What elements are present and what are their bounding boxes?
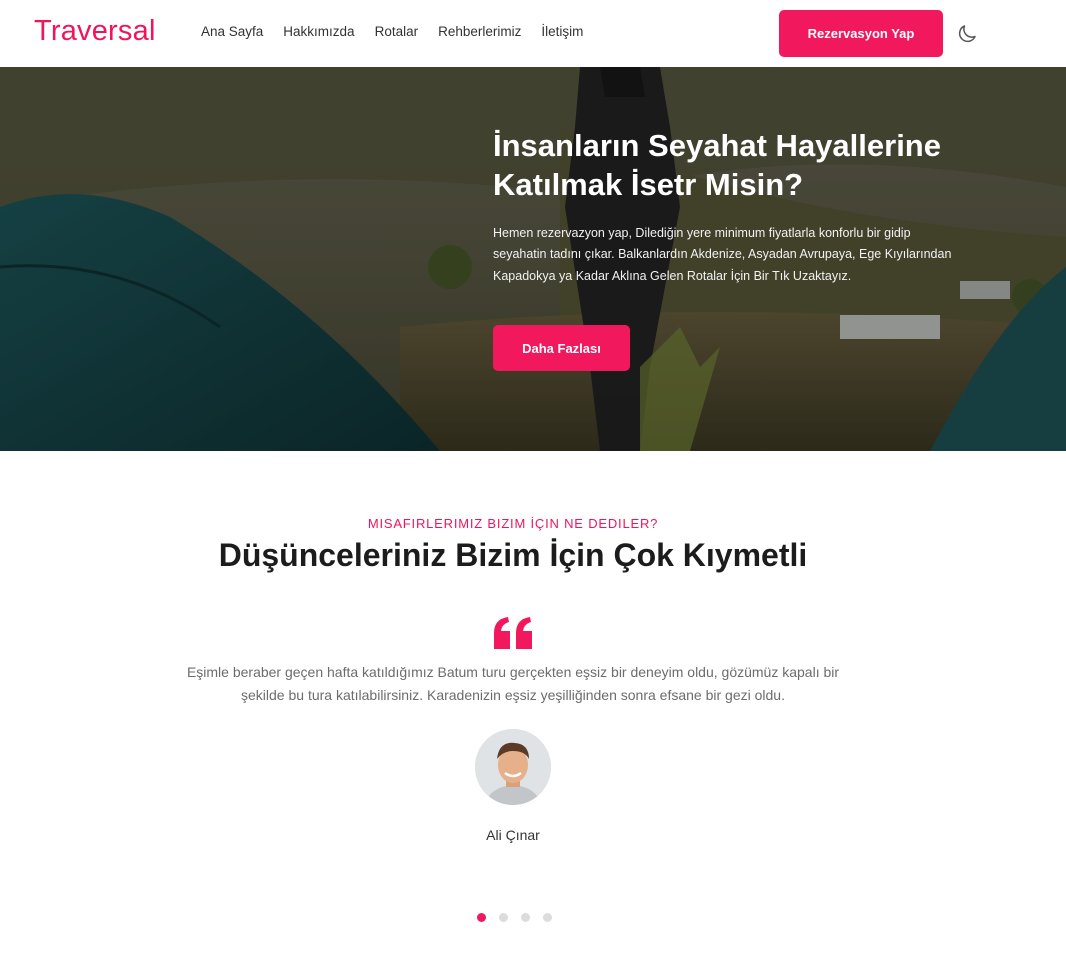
logo[interactable]: Traversal (34, 15, 156, 48)
hero-content: İnsanların Seyahat Hayallerine Katılmak … (493, 127, 963, 287)
nav-item-about[interactable]: Hakkımızda (283, 24, 354, 39)
reservation-button[interactable]: Rezervasyon Yap (779, 10, 943, 57)
hero-section: İnsanların Seyahat Hayallerine Katılmak … (0, 67, 1066, 451)
section-title: Düşünceleriniz Bizim İçin Çok Kıymetli (218, 537, 808, 573)
testimonial-author: Ali Çınar (486, 827, 540, 843)
carousel-dot-4[interactable] (543, 913, 552, 922)
hero-title-line-1: İnsanların Seyahat Hayallerine (493, 128, 941, 163)
site-header: Traversal Ana Sayfa Hakkımızda Rotalar R… (0, 0, 1066, 67)
hero-title-line-2: Katılmak İsetr Misin? (493, 166, 804, 202)
testimonials-section: MISAFIRLERIMIZ BIZIM İÇIN NE DEDILER? Dü… (0, 451, 1066, 968)
moon-icon[interactable] (955, 22, 979, 46)
testimonial-quote: Eşimle beraber geçen hafta katıldığımız … (186, 664, 840, 704)
carousel-dot-1[interactable] (477, 913, 486, 922)
carousel-dot-2[interactable] (499, 913, 508, 922)
hero-title: İnsanların Seyahat Hayallerine Katılmak … (493, 127, 963, 205)
hero-description: Hemen rezervazyon yap, Dilediğin yere mi… (493, 225, 952, 283)
more-button[interactable]: Daha Fazlası (493, 325, 630, 371)
main-nav: Ana Sayfa Hakkımızda Rotalar Rehberlerim… (201, 24, 583, 39)
nav-item-contact[interactable]: İletişim (541, 24, 583, 39)
nav-item-guides[interactable]: Rehberlerimiz (438, 24, 521, 39)
section-eyebrow: MISAFIRLERIMIZ BIZIM İÇIN NE DEDILER? (367, 516, 659, 531)
carousel-dots (477, 913, 552, 922)
nav-item-routes[interactable]: Rotalar (375, 24, 419, 39)
carousel-dot-3[interactable] (521, 913, 530, 922)
avatar (475, 729, 551, 805)
nav-item-home[interactable]: Ana Sayfa (201, 24, 263, 39)
quote-icon (492, 615, 534, 651)
